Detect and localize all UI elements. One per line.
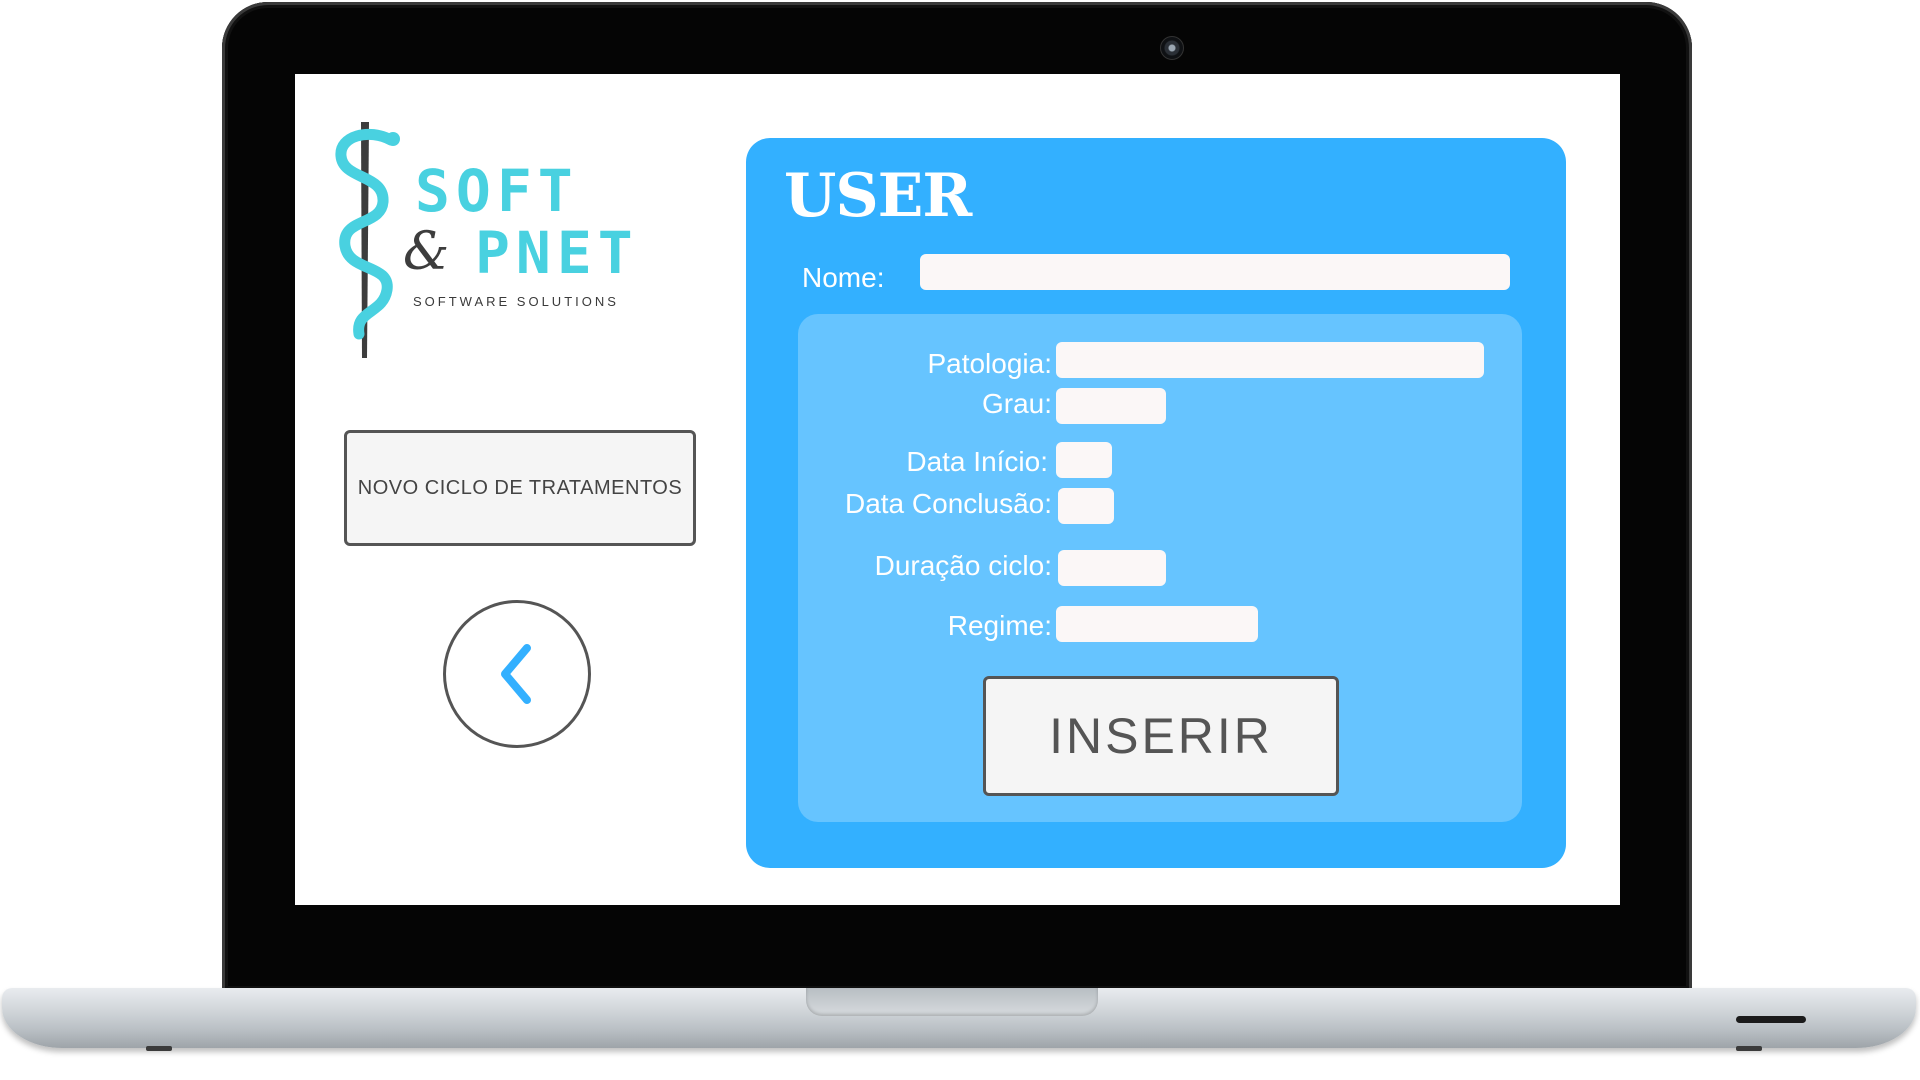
grau-input[interactable]: [1056, 388, 1166, 424]
inserir-button[interactable]: INSERIR: [983, 676, 1339, 796]
laptop-foot-left: [146, 1046, 172, 1051]
nome-label: Nome:: [802, 262, 885, 293]
data-conclusao-input[interactable]: [1058, 488, 1114, 524]
logo-ampersand: &: [403, 222, 450, 282]
patologia-label: Patologia:: [927, 348, 1052, 379]
logo-word-soft: SOFT: [415, 157, 579, 225]
user-form-panel: USER Nome: Patologia: Grau: Data Início:…: [746, 138, 1566, 868]
data-inicio-label: Data Início:: [906, 446, 1048, 477]
logo-word-pnet: PNET: [475, 219, 639, 287]
laptop-slot: [1736, 1016, 1806, 1023]
app-screen: SOFT & PNET SOFTWARE SOLUTIONS NOVO CICL…: [295, 74, 1620, 905]
form-title: USER: [784, 161, 972, 231]
duracao-ciclo-label: Duração ciclo:: [874, 550, 1052, 581]
patologia-input[interactable]: [1056, 342, 1484, 378]
brand-logo: SOFT & PNET SOFTWARE SOLUTIONS: [335, 122, 635, 362]
novo-ciclo-button[interactable]: NOVO CICLO DE TRATAMENTOS: [344, 430, 696, 546]
data-conclusao-label: Data Conclusão:: [844, 488, 1052, 519]
webcam-icon: [1160, 36, 1184, 60]
chevron-left-icon: [501, 644, 531, 704]
laptop-hinge-notch: [806, 988, 1098, 1016]
laptop-mockup: SOFT & PNET SOFTWARE SOLUTIONS NOVO CICL…: [0, 0, 1920, 1080]
regime-label: Regime:: [947, 610, 1052, 641]
grau-label: Grau:: [981, 388, 1052, 419]
data-inicio-input[interactable]: [1056, 442, 1112, 478]
details-section: Patologia: Grau: Data Início: Data Concl…: [798, 314, 1522, 822]
laptop-foot-right: [1736, 1046, 1762, 1051]
duracao-ciclo-input[interactable]: [1058, 550, 1166, 586]
regime-input[interactable]: [1056, 606, 1258, 642]
logo-tagline: SOFTWARE SOLUTIONS: [413, 294, 619, 309]
nome-input[interactable]: [920, 254, 1510, 290]
back-button[interactable]: [443, 600, 591, 748]
